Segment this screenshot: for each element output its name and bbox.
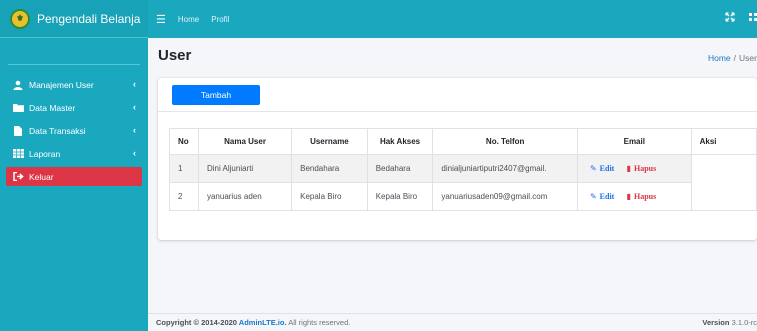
hapus-label: Hapus [633,192,657,201]
sidebar-item-keluar[interactable]: Keluar [6,167,142,186]
chevron-left-icon: ‹ [133,125,136,135]
sidebar-item-label: Manajemen User [29,79,94,90]
sidebar-item-laporan[interactable]: Laporan ‹ [6,144,142,163]
cell-aksi [690,182,757,211]
cell-no-telfon: dinialjuniartiputri2407@gmail. [432,154,578,183]
breadcrumb: Home / User [708,53,757,63]
trash-icon: ▮ [626,164,631,173]
edit-label: Edit [599,164,615,173]
edit-button[interactable]: ✎ Edit [590,164,614,173]
copyright-text: Copyright © 2014-2020 [156,318,239,327]
cell-aksi [690,154,757,183]
column-header-email[interactable]: Email [576,128,692,155]
sidebar-nav: Manajemen User ‹ Data Master ‹ Data Tran… [0,75,148,186]
user-table: No Nama User Username Hak Akses No. Telf… [169,128,757,211]
sidebar-item-label: Data Transaksi [29,125,86,136]
sidebar-item-data-transaksi[interactable]: Data Transaksi ‹ [6,121,142,140]
user-icon [12,80,24,90]
footer: Copyright © 2014-2020 AdminLTE.io. All r… [148,313,757,331]
menu-toggle-icon[interactable]: ☰ [156,13,166,26]
page-title: User [158,47,192,64]
edit-label: Edit [599,192,615,201]
chevron-left-icon: ‹ [133,79,136,89]
column-header-no[interactable]: No [169,128,199,155]
table-row: 2 yanuarius aden Kepala Biro Kepala Biro… [169,182,757,211]
sidebar-divider [8,64,140,65]
card-header: Tambah [158,78,757,112]
hapus-button[interactable]: ▮ Hapus [627,164,657,173]
column-header-no-telfon[interactable]: No. Telfon [432,128,578,155]
hapus-button[interactable]: ▮ Hapus [627,192,657,201]
cell-no: 1 [169,154,199,183]
sidebar-item-label: Data Master [29,102,76,113]
cell-hak-akses: Bedahara [366,154,434,183]
user-card: Tambah No Nama User Username Hak Akses N… [158,78,757,240]
cell-actions: ✎ Edit ▮ Hapus [576,182,692,211]
breadcrumb-separator: / [733,53,737,63]
sidebar-item-manajemen-user[interactable]: Manajemen User ‹ [6,75,142,94]
apps-grid-icon[interactable] [749,12,757,25]
cell-no-telfon: yanuariusaden09@gmail.com [432,182,578,211]
cell-username: Bendahara [291,154,368,183]
table-header-row: No Nama User Username Hak Akses No. Telf… [169,128,757,155]
edit-icon: ✎ [589,164,597,173]
cell-hak-akses: Kepala Biro [366,182,434,211]
column-header-username[interactable]: Username [291,128,368,155]
brand-title: Pengendali Belanja [37,11,141,26]
cell-nama-user: yanuarius aden [197,182,293,211]
navbar-right [725,12,757,25]
breadcrumb-home[interactable]: Home [708,53,731,63]
table-row: 1 Dini Aljuniarti Bendahara Bedahara din… [169,154,757,183]
column-header-nama-user[interactable]: Nama User [197,128,293,155]
version-label: Version [702,318,730,327]
cell-no: 2 [169,182,199,211]
breadcrumb-current: User [739,53,757,63]
hapus-label: Hapus [633,164,657,173]
edit-icon: ✎ [589,192,597,201]
version-info: Version 3.1.0-rc [702,314,757,331]
cell-username: Kepala Biro [291,182,368,211]
chevron-left-icon: ‹ [133,148,136,158]
nav-link-home[interactable]: Home [178,15,199,24]
top-navbar: ☰ Home Profil [148,0,757,38]
sidebar-item-data-master[interactable]: Data Master ‹ [6,98,142,117]
tambah-button[interactable]: Tambah [172,85,260,105]
logo-icon: ⚜ [10,8,30,29]
rights-text: All rights reserved. [286,318,351,327]
table-icon [12,149,24,159]
brand-link[interactable]: ⚜ Pengendali Belanja [0,0,148,38]
trash-icon: ▮ [626,192,631,201]
nav-link-profil[interactable]: Profil [211,15,229,24]
sign-out-icon [12,172,24,182]
folder-icon [12,103,24,113]
column-header-aksi[interactable]: Aksi [690,128,757,155]
version-value: 3.1.0-rc [729,318,757,327]
column-header-hak-akses[interactable]: Hak Akses [366,128,434,155]
chevron-left-icon: ‹ [133,102,136,112]
sidebar: ⚜ Pengendali Belanja Manajemen User ‹ Da… [0,0,148,331]
file-icon [12,125,24,136]
sidebar-item-label: Keluar [29,171,54,182]
cell-nama-user: Dini Aljuniarti [197,154,293,183]
cell-actions: ✎ Edit ▮ Hapus [576,154,692,183]
adminlte-link[interactable]: AdminLTE.io. [239,318,287,327]
edit-button[interactable]: ✎ Edit [590,192,614,201]
sidebar-item-label: Laporan [29,148,61,159]
fullscreen-icon[interactable] [725,12,735,25]
